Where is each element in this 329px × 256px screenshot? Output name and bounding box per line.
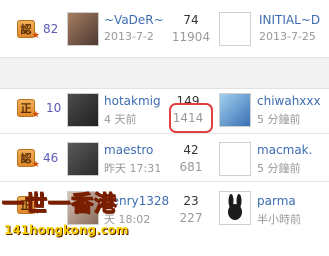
last-post-time: 5 分鐘前 [257, 162, 301, 175]
reply-count: 74 [183, 13, 199, 27]
thread-row[interactable]: 認 ★ 46 maestro 昨天 17:31 42 681 macmak. 5 … [0, 134, 329, 182]
section-separator [0, 57, 329, 89]
last-poster-name[interactable]: macmak. [257, 143, 312, 157]
last-poster-name[interactable]: parma [257, 194, 296, 208]
author-name[interactable]: maestro [104, 143, 153, 157]
verified-badge-icon: 認 ★ [17, 20, 40, 41]
thread-row[interactable]: 正 ★ 10 hotakmig 4 天前 149 1414 chiwahxxx 5… [0, 87, 329, 134]
post-date: 4 天前 [104, 113, 137, 126]
author-name[interactable]: ~VaDeR~ [104, 13, 164, 27]
post-date: 2013-7-2 [104, 30, 154, 43]
watermark-title: 一世一香港 [1, 192, 118, 218]
last-poster-name[interactable]: chiwahxxx [257, 94, 321, 108]
post-count: 46 [43, 151, 59, 165]
view-count: 227 [179, 211, 203, 225]
author-name[interactable]: hotakmig [104, 94, 161, 108]
post-count: 82 [43, 22, 59, 36]
view-count: 681 [179, 160, 203, 174]
post-count: 10 [46, 101, 62, 115]
last-post-time: 2013-7-25 [259, 30, 316, 43]
post-date: 昨天 17:31 [104, 162, 162, 175]
last-post-time: 半小時前 [257, 213, 301, 226]
view-count: 11904 [171, 30, 211, 44]
verified-badge-icon: 認 ★ [17, 149, 40, 170]
last-poster-avatar[interactable] [219, 142, 251, 176]
site-watermark: 一世一香港 141hongkong.com [0, 186, 128, 256]
bunny-logo-icon [220, 192, 250, 224]
author-avatar[interactable] [67, 142, 99, 176]
last-poster-avatar[interactable] [219, 191, 251, 225]
last-poster-name[interactable]: INITIAL~D [259, 13, 320, 27]
thread-row[interactable]: 認 ★ 82 ~VaDeR~ 2013-7-2 74 11904 INITIAL~… [0, 0, 329, 57]
last-post-time: 5 分鐘前 [257, 113, 301, 126]
last-poster-avatar[interactable] [219, 93, 251, 127]
author-avatar[interactable] [67, 12, 99, 46]
regular-badge-icon: 正 ★ [17, 99, 40, 120]
reply-count: 42 [183, 143, 199, 157]
watermark-url: 141hongkong.com [4, 223, 129, 237]
author-avatar[interactable] [67, 93, 99, 127]
view-count-highlight [169, 103, 213, 133]
reply-count: 23 [183, 194, 199, 208]
last-poster-avatar[interactable] [219, 12, 251, 46]
